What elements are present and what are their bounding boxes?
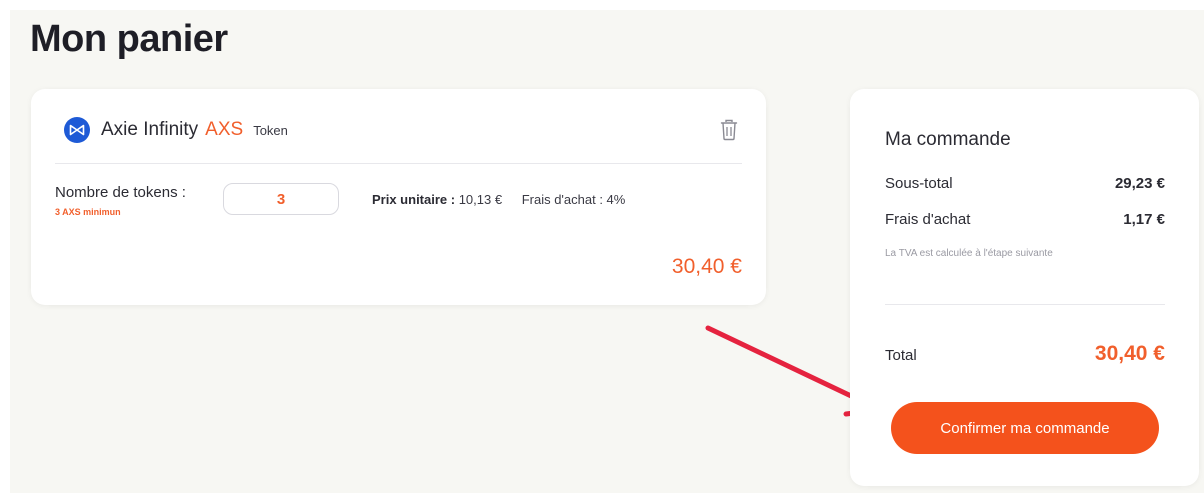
axie-infinity-logo-icon: [64, 117, 90, 143]
line-total: 30,40 €: [671, 255, 742, 278]
quantity-input[interactable]: [223, 183, 339, 215]
total-row: Total 30,40 €: [885, 342, 1165, 366]
product-type: Token: [253, 122, 288, 138]
fees-label: Frais d'achat: [885, 211, 971, 228]
quantity-label: Nombre de tokens :: [55, 184, 186, 201]
trash-icon[interactable]: [720, 119, 738, 141]
price-info: Prix unitaire : 10,13 € Frais d'achat : …: [372, 192, 625, 207]
cart-item-card: Axie Infinity AXS Token Nombre de tokens…: [31, 89, 766, 305]
subtotal-value: 29,23 €: [1114, 175, 1165, 192]
page-title: Mon panier: [30, 18, 228, 60]
fees-value: 1,17 €: [1123, 211, 1165, 228]
unit-price-value: 10,13 €: [458, 192, 503, 207]
subtotal-label: Sous-total: [885, 175, 953, 192]
unit-price-label: Prix unitaire :: [372, 192, 456, 207]
purchase-fees: Frais d'achat : 4%: [521, 192, 626, 207]
total-label: Total: [885, 347, 917, 364]
subtotal-row: Sous-total 29,23 €: [885, 175, 1165, 192]
vat-note: La TVA est calculée à l'étape suivante: [885, 248, 1053, 259]
card-divider: [55, 163, 742, 164]
product-header: Axie Infinity AXS Token: [64, 117, 288, 143]
order-title: Ma commande: [885, 129, 1011, 150]
confirm-order-button[interactable]: Confirmer ma commande: [891, 402, 1159, 454]
total-value: 30,40 €: [1094, 342, 1165, 365]
order-divider: [885, 304, 1165, 305]
order-summary-card: Ma commande Sous-total 29,23 € Frais d'a…: [850, 89, 1199, 486]
product-name: Axie Infinity: [101, 119, 199, 140]
fees-row: Frais d'achat 1,17 €: [885, 211, 1165, 228]
product-symbol: AXS: [205, 119, 244, 140]
minimum-note: 3 AXS minimun: [55, 207, 121, 217]
